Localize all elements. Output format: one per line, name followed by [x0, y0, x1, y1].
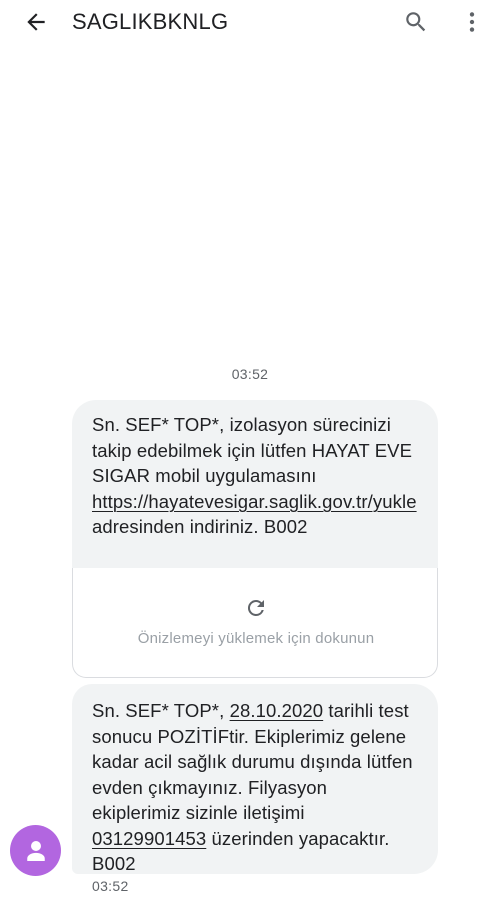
link-preview-card[interactable]: Önizlemeyi yüklemek için dokunun [72, 568, 438, 678]
more-options-button[interactable] [456, 6, 488, 38]
message-bubble[interactable]: Sn. SEF* TOP*, izolasyon sürecinizi taki… [72, 400, 438, 568]
more-vert-icon [469, 12, 475, 32]
timestamp-separator: 03:52 [231, 366, 269, 382]
message-timestamp: 03:52 [92, 878, 129, 894]
search-icon [406, 12, 426, 32]
date-link[interactable]: 28.10.2020 [230, 700, 324, 721]
back-button[interactable] [20, 6, 52, 38]
message-group: Sn. SEF* TOP*, izolasyon sürecinizi taki… [72, 400, 438, 678]
avatar[interactable] [10, 825, 61, 876]
message-text: Sn. SEF* TOP*, izolasyon sürecinizi taki… [92, 414, 413, 486]
conversation-title: SAGLIKBKNLG [72, 9, 229, 34]
arrow-back-icon [27, 13, 45, 31]
preview-label: Önizlemeyi yüklemek için dokunun [137, 630, 375, 647]
message-text: Sn. SEF* TOP*, [92, 700, 230, 721]
top-app-bar: SAGLIKBKNLG [0, 0, 500, 44]
person-icon [26, 840, 45, 861]
phone-link[interactable]: 03129901453 [92, 828, 206, 849]
refresh-icon [244, 596, 268, 620]
search-button[interactable] [400, 6, 432, 38]
message-text: adresinden indiriniz. B002 [92, 516, 308, 537]
message-bubble[interactable]: Sn. SEF* TOP*, 28.10.2020 tarihli test s… [72, 684, 438, 874]
url-link[interactable]: https://hayatevesigar.saglik.gov.tr/yukl… [92, 491, 417, 512]
